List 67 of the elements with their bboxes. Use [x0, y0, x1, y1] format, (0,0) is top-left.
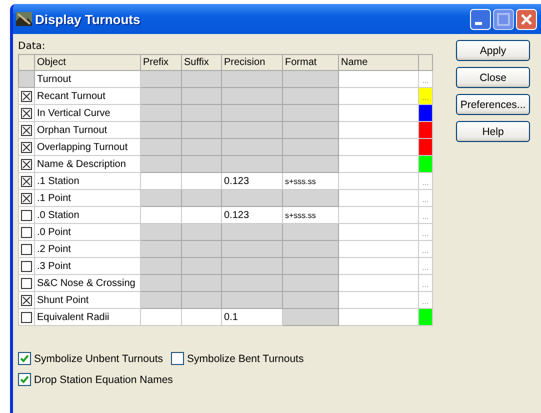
column-header: Precision	[222, 54, 282, 70]
checkbox-icon[interactable]	[170, 352, 184, 365]
dialog-button[interactable]: Apply	[456, 40, 530, 61]
table-cell: Overlapping Turnout	[34, 138, 140, 156]
maximize-icon	[493, 8, 514, 30]
window-title: Display Turnouts	[35, 12, 142, 26]
table-cell: Turnout	[34, 70, 140, 88]
table-cell: .2 Point	[34, 240, 140, 258]
option-checkbox[interactable]: Symbolize Bent Turnouts	[170, 352, 304, 365]
table-cell: S&C Nose & Crossing	[34, 274, 140, 292]
column-header: Format	[282, 54, 338, 70]
color-swatch-button[interactable]: ...	[419, 71, 432, 87]
checkbox[interactable]	[21, 90, 32, 102]
color-swatch-button[interactable]: ...	[419, 207, 432, 223]
table-cell: Orphan Turnout	[34, 122, 140, 138]
app-icon	[16, 11, 32, 27]
checkbox[interactable]	[21, 210, 32, 220]
color-swatch-button[interactable]: ...	[419, 292, 432, 308]
checkbox[interactable]	[21, 226, 32, 238]
column-header: Object	[34, 54, 140, 70]
dialog-button[interactable]: Close	[456, 67, 530, 88]
checkbox[interactable]	[21, 176, 32, 186]
column-header: Name	[338, 54, 418, 70]
close-icon[interactable]	[516, 8, 537, 30]
table-cell: .3 Point	[34, 258, 140, 274]
color-swatch-button[interactable]: ...	[419, 241, 432, 257]
dialog-button[interactable]: Help	[456, 121, 530, 142]
checkbox[interactable]	[21, 142, 32, 152]
table-cell: .1 Station	[34, 172, 140, 190]
color-swatch-button[interactable]: ...	[419, 88, 432, 104]
table-cell: In Vertical Curve	[34, 104, 140, 122]
table-cell: Recant Turnout	[34, 88, 140, 104]
table-cell: 0.1	[222, 308, 282, 326]
checkbox-icon[interactable]	[18, 352, 31, 365]
column-header: Suffix	[182, 54, 222, 70]
checkbox[interactable]	[21, 312, 32, 322]
color-swatch-button[interactable]: ...	[419, 224, 432, 240]
color-swatch-button[interactable]: ...	[419, 275, 432, 291]
color-swatch-button[interactable]	[419, 122, 432, 138]
checkbox[interactable]	[21, 260, 32, 272]
column-header: Prefix	[140, 54, 182, 70]
color-swatch-button[interactable]	[419, 105, 432, 121]
option-checkbox[interactable]: Drop Station Equation Names	[18, 373, 173, 386]
color-swatch-button[interactable]: ...	[419, 173, 432, 189]
checkbox[interactable]	[21, 192, 32, 204]
minimize-icon[interactable]	[470, 8, 491, 30]
option-checkbox[interactable]: Symbolize Unbent Turnouts	[18, 352, 163, 365]
checkbox[interactable]	[21, 108, 32, 118]
table-cell: .1 Point	[34, 190, 140, 206]
dialog-button[interactable]: Preferences...	[456, 94, 530, 115]
checkbox[interactable]	[21, 158, 32, 170]
color-swatch-button[interactable]	[419, 156, 432, 172]
table-cell: Equivalent Radii	[34, 308, 140, 326]
checkbox[interactable]	[21, 278, 32, 288]
table-cell: Shunt Point	[34, 292, 140, 308]
checkbox-icon[interactable]	[18, 373, 31, 386]
color-swatch-button[interactable]: ...	[419, 309, 432, 325]
checkbox[interactable]	[21, 124, 32, 136]
checkbox[interactable]	[21, 244, 32, 254]
table-cell: .0 Station	[34, 206, 140, 224]
color-swatch-button[interactable]: ...	[419, 190, 432, 206]
data-label: Data:	[18, 40, 46, 54]
table-cell: Name & Description	[34, 156, 140, 172]
table-cell: .0 Point	[34, 224, 140, 240]
color-swatch-button[interactable]: ...	[419, 258, 432, 274]
checkbox[interactable]	[21, 294, 32, 306]
color-swatch-button[interactable]	[419, 139, 432, 155]
